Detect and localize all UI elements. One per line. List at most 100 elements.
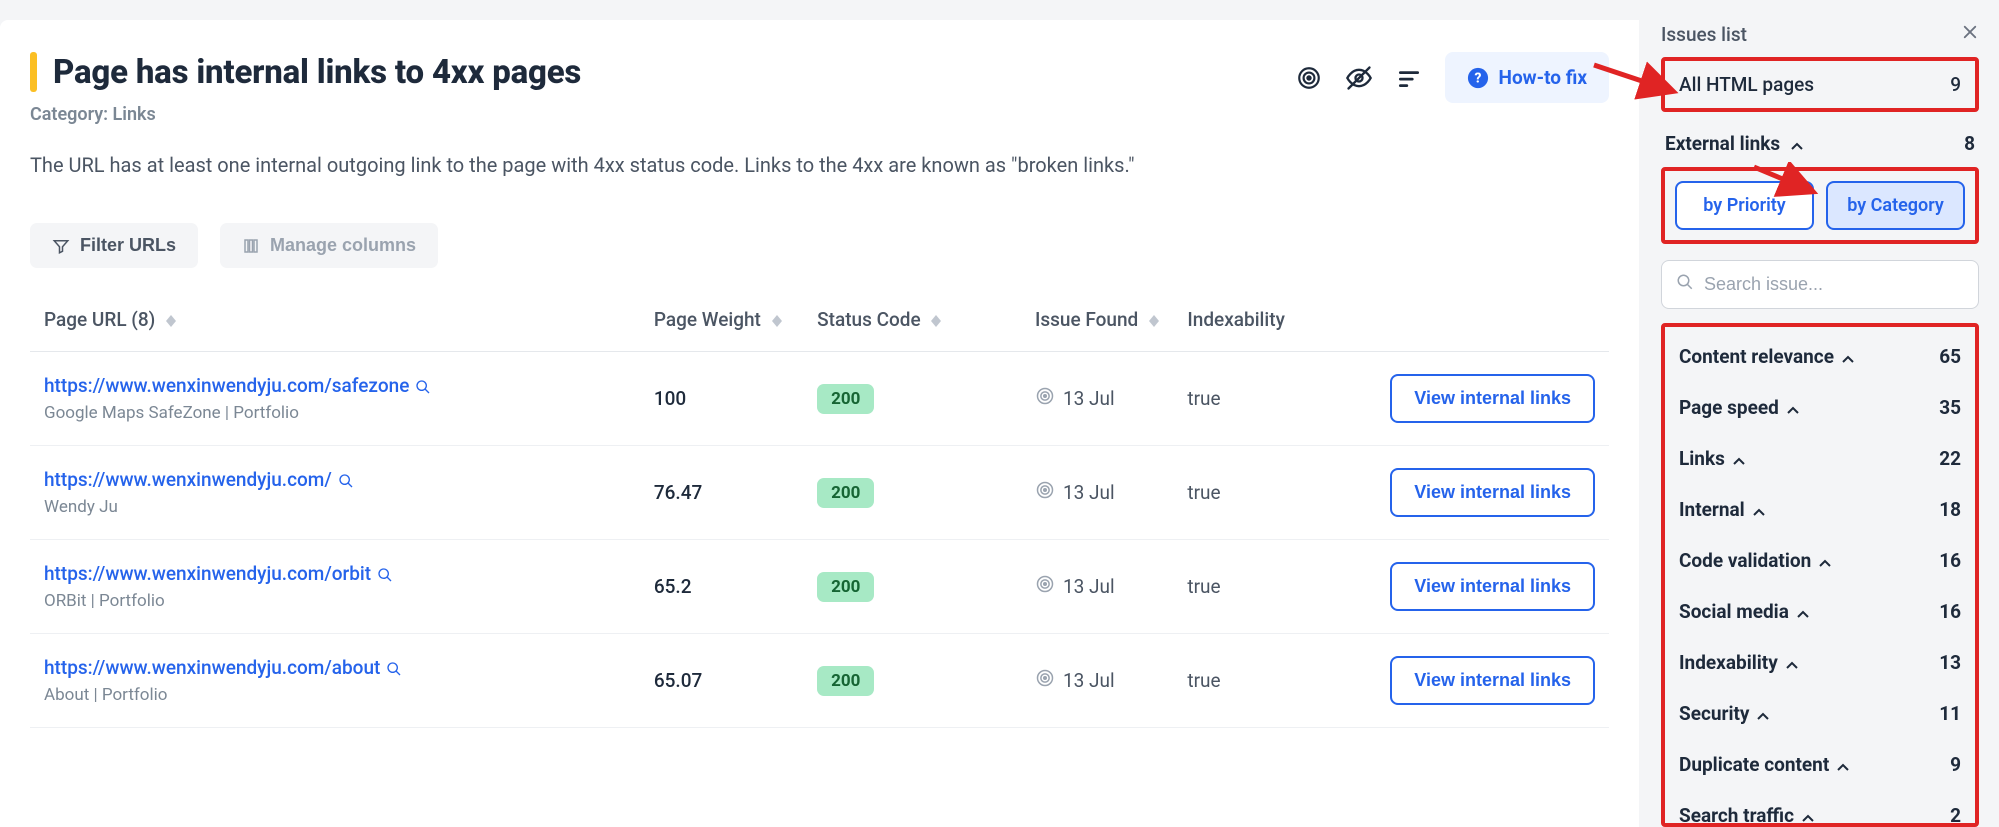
target-icon bbox=[1035, 480, 1055, 505]
category-row[interactable]: Page speed35 bbox=[1679, 396, 1961, 419]
page-url-link[interactable]: https://www.wenxinwendyju.com/safezone bbox=[44, 374, 409, 397]
issue-found-cell: 13 Jul bbox=[1035, 574, 1115, 599]
chevron-up-icon bbox=[1733, 447, 1745, 470]
chevron-up-icon bbox=[1837, 753, 1849, 776]
tab-by-priority[interactable]: by Priority bbox=[1675, 181, 1814, 230]
chevron-up-icon bbox=[1757, 702, 1769, 725]
external-links-row[interactable]: External links 8 bbox=[1661, 132, 1979, 155]
view-internal-links-button[interactable]: View internal links bbox=[1390, 374, 1595, 423]
category-count: 9 bbox=[1950, 753, 1961, 776]
page-url-link[interactable]: https://www.wenxinwendyju.com/orbit bbox=[44, 562, 371, 585]
col-page-url[interactable]: Page URL (8) bbox=[30, 288, 640, 352]
issues-panel: Issues list All HTML pages 9 External li… bbox=[1639, 0, 1999, 827]
category-row[interactable]: Content relevance65 bbox=[1679, 345, 1961, 368]
category-label: Page speed bbox=[1679, 396, 1779, 419]
view-internal-links-button[interactable]: View internal links bbox=[1390, 656, 1595, 705]
category-row[interactable]: Indexability 13 bbox=[1679, 651, 1961, 674]
sort-icon bbox=[931, 315, 941, 327]
how-to-fix-button[interactable]: ? How-to fix bbox=[1445, 52, 1609, 103]
category-row[interactable]: Security11 bbox=[1679, 702, 1961, 725]
category-label: Security bbox=[1679, 702, 1749, 725]
page-subtitle: Wendy Ju bbox=[44, 497, 626, 517]
filter-label: Filter URLs bbox=[80, 235, 176, 256]
page-subtitle: ORBit | Portfolio bbox=[44, 591, 626, 611]
col-status-code[interactable]: Status Code bbox=[803, 288, 1021, 352]
category-count: 22 bbox=[1939, 447, 1961, 470]
issue-found-cell: 13 Jul bbox=[1035, 386, 1115, 411]
col-issue-found[interactable]: Issue Found bbox=[1021, 288, 1173, 352]
page-url-link[interactable]: https://www.wenxinwendyju.com/about bbox=[44, 656, 380, 679]
magnify-icon[interactable] bbox=[338, 473, 354, 489]
table-row: https://www.wenxinwendyju.com/safezone Go… bbox=[30, 352, 1609, 446]
sort-icon[interactable] bbox=[1395, 64, 1423, 92]
status-code-pill: 200 bbox=[817, 478, 874, 508]
chevron-up-icon bbox=[1791, 132, 1803, 155]
category-count: 16 bbox=[1939, 600, 1961, 623]
target-icon[interactable] bbox=[1295, 64, 1323, 92]
magnify-icon[interactable] bbox=[415, 379, 431, 395]
category-count: 13 bbox=[1939, 651, 1961, 674]
external-links-count: 8 bbox=[1964, 132, 1975, 155]
page-subtitle: Google Maps SafeZone | Portfolio bbox=[44, 403, 626, 423]
category-count: 16 bbox=[1939, 549, 1961, 572]
indexability-cell: true bbox=[1173, 634, 1358, 728]
category-label: Category: Links bbox=[30, 104, 581, 125]
target-icon bbox=[1035, 574, 1055, 599]
chevron-up-icon bbox=[1787, 396, 1799, 419]
category-row[interactable]: Duplicate content9 bbox=[1679, 753, 1961, 776]
page-weight-cell: 100 bbox=[640, 352, 803, 446]
chevron-up-icon bbox=[1819, 549, 1831, 572]
all-html-count: 9 bbox=[1950, 73, 1961, 96]
search-issue-input[interactable] bbox=[1704, 274, 1964, 295]
target-icon bbox=[1035, 668, 1055, 693]
sort-icon bbox=[772, 315, 782, 327]
manage-columns-button[interactable]: Manage columns bbox=[220, 223, 438, 268]
external-links-label: External links bbox=[1665, 132, 1780, 155]
indexability-cell: true bbox=[1173, 540, 1358, 634]
filter-urls-button[interactable]: Filter URLs bbox=[30, 223, 198, 268]
all-html-pages-row[interactable]: All HTML pages 9 bbox=[1661, 57, 1979, 112]
category-row[interactable]: Search traffic 2 bbox=[1679, 804, 1961, 827]
category-label: Indexability bbox=[1679, 651, 1778, 674]
magnify-icon[interactable] bbox=[386, 661, 402, 677]
issues-list-title: Issues list bbox=[1661, 23, 1747, 46]
search-icon bbox=[1676, 273, 1694, 296]
chevron-up-icon bbox=[1786, 651, 1798, 674]
all-html-label: All HTML pages bbox=[1679, 73, 1814, 96]
page-title: Page has internal links to 4xx pages bbox=[53, 53, 581, 92]
tab-by-category[interactable]: by Category bbox=[1826, 181, 1965, 230]
sort-icon bbox=[1149, 315, 1159, 327]
help-icon: ? bbox=[1467, 67, 1489, 89]
indexability-cell: true bbox=[1173, 352, 1358, 446]
magnify-icon[interactable] bbox=[377, 567, 393, 583]
page-weight-cell: 65.07 bbox=[640, 634, 803, 728]
status-code-pill: 200 bbox=[817, 572, 874, 602]
tabs-row: by Priority by Category bbox=[1661, 167, 1979, 244]
category-count: 18 bbox=[1939, 498, 1961, 521]
target-icon bbox=[1035, 386, 1055, 411]
category-row[interactable]: Social media16 bbox=[1679, 600, 1961, 623]
eye-off-icon[interactable] bbox=[1345, 64, 1373, 92]
category-row[interactable]: Internal 18 bbox=[1679, 498, 1961, 521]
col-indexability[interactable]: Indexability bbox=[1173, 288, 1358, 352]
page-url-link[interactable]: https://www.wenxinwendyju.com/ bbox=[44, 468, 332, 491]
columns-icon bbox=[242, 237, 260, 255]
close-icon[interactable] bbox=[1961, 22, 1979, 47]
page-weight-cell: 65.2 bbox=[640, 540, 803, 634]
category-label: Search traffic bbox=[1679, 804, 1794, 827]
categories-list: Content relevance65 Page speed35 Links22 In… bbox=[1661, 323, 1979, 827]
col-page-weight[interactable]: Page Weight bbox=[640, 288, 803, 352]
status-code-pill: 200 bbox=[817, 666, 874, 696]
view-internal-links-button[interactable]: View internal links bbox=[1390, 562, 1595, 611]
category-count: 2 bbox=[1950, 804, 1961, 827]
view-internal-links-button[interactable]: View internal links bbox=[1390, 468, 1595, 517]
svg-text:?: ? bbox=[1474, 70, 1481, 86]
category-row[interactable]: Code validation 16 bbox=[1679, 549, 1961, 572]
category-row[interactable]: Links22 bbox=[1679, 447, 1961, 470]
category-label: Content relevance bbox=[1679, 345, 1834, 368]
table-row: https://www.wenxinwendyju.com/orbit ORBit… bbox=[30, 540, 1609, 634]
search-issue-wrap[interactable] bbox=[1661, 260, 1979, 309]
severity-bar bbox=[30, 52, 37, 92]
category-label: Internal bbox=[1679, 498, 1745, 521]
category-label: Code validation bbox=[1679, 549, 1811, 572]
